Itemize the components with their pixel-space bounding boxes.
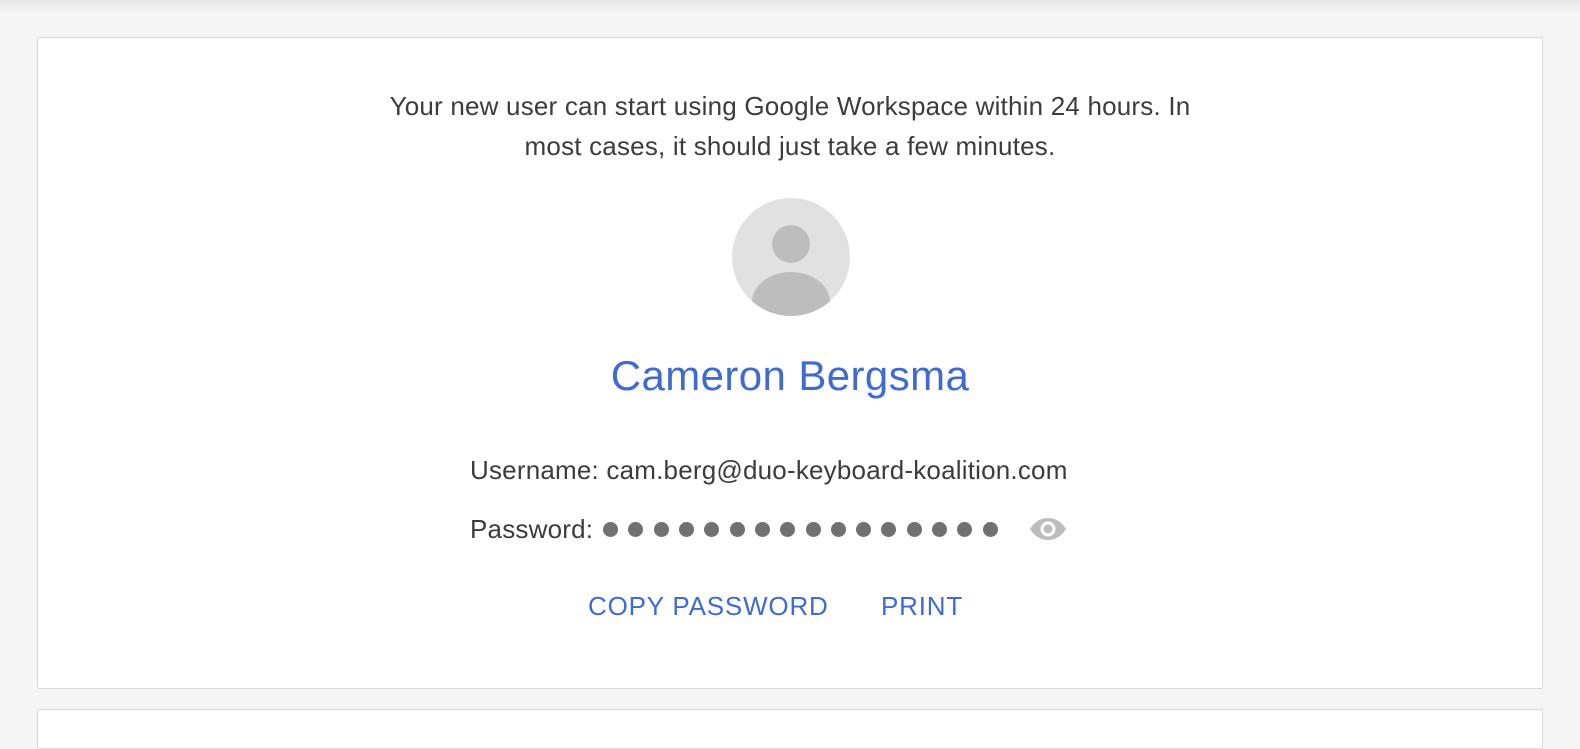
print-button[interactable]: PRINT bbox=[881, 588, 963, 624]
action-bar: COPY PASSWORD PRINT bbox=[38, 588, 1542, 624]
password-mask-dot bbox=[754, 521, 770, 537]
password-mask-dot bbox=[679, 521, 695, 537]
password-mask-dot bbox=[906, 521, 922, 537]
password-mask-dot bbox=[603, 521, 619, 537]
password-mask-dot bbox=[932, 521, 948, 537]
user-created-card: Your new user can start using Google Wor… bbox=[37, 37, 1543, 689]
top-bar-shadow bbox=[0, 0, 1580, 14]
password-mask-dot bbox=[830, 521, 846, 537]
person-icon bbox=[752, 225, 830, 316]
password-mask-dot bbox=[628, 521, 644, 537]
password-mask-dot bbox=[653, 521, 669, 537]
password-mask-dot bbox=[957, 521, 973, 537]
password-row: Password: bbox=[470, 512, 1068, 546]
password-mask-dot bbox=[704, 521, 720, 537]
username-row: Username: cam.berg@duo-keyboard-koalitio… bbox=[470, 453, 1068, 487]
password-mask-dot bbox=[805, 521, 821, 537]
password-mask-dot bbox=[780, 521, 796, 537]
eye-icon[interactable] bbox=[1028, 515, 1068, 543]
info-message-line2: most cases, it should just take a few mi… bbox=[524, 131, 1056, 161]
password-mask-dot bbox=[856, 521, 872, 537]
password-mask-dot bbox=[729, 521, 745, 537]
password-label: Password: bbox=[470, 514, 594, 544]
user-full-name: Cameron Bergsma bbox=[610, 352, 970, 399]
password-masked-value bbox=[603, 521, 998, 537]
password-mask-dot bbox=[881, 521, 897, 537]
info-message-line1: Your new user can start using Google Wor… bbox=[389, 91, 1191, 121]
avatar bbox=[732, 198, 850, 316]
username-value: cam.berg@duo-keyboard-koalition.com bbox=[606, 455, 1068, 485]
info-message: Your new user can start using Google Wor… bbox=[38, 86, 1542, 166]
username-label: Username: bbox=[470, 455, 599, 485]
next-card bbox=[37, 709, 1543, 749]
password-mask-dot bbox=[982, 521, 998, 537]
copy-password-button[interactable]: COPY PASSWORD bbox=[588, 588, 829, 624]
